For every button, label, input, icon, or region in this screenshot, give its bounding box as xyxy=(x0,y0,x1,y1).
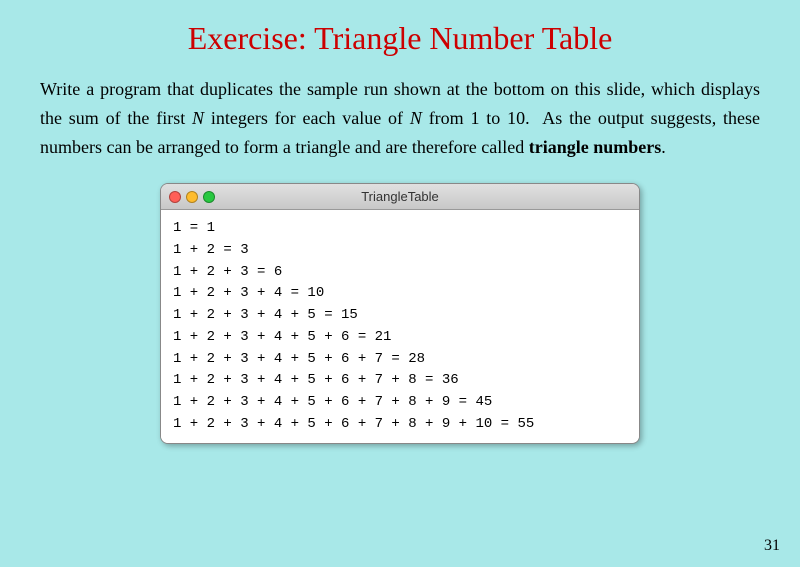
minimize-button-icon[interactable] xyxy=(186,191,198,203)
italic-n-1: N xyxy=(192,108,204,128)
output-line-2: 1 + 2 = 3 xyxy=(173,240,627,262)
output-line-10: 1 + 2 + 3 + 4 + 5 + 6 + 7 + 8 + 9 + 10 =… xyxy=(173,414,627,436)
output-line-6: 1 + 2 + 3 + 4 + 5 + 6 = 21 xyxy=(173,327,627,349)
slide-body: Write a program that duplicates the samp… xyxy=(40,75,760,161)
output-line-1: 1 = 1 xyxy=(173,218,627,240)
window-title: TriangleTable xyxy=(361,189,439,204)
window-buttons xyxy=(169,191,215,203)
output-line-9: 1 + 2 + 3 + 4 + 5 + 6 + 7 + 8 + 9 = 45 xyxy=(173,392,627,414)
output-line-7: 1 + 2 + 3 + 4 + 5 + 6 + 7 = 28 xyxy=(173,349,627,371)
window-content: 1 = 1 1 + 2 = 3 1 + 2 + 3 = 6 1 + 2 + 3 … xyxy=(161,210,639,443)
window-titlebar: TriangleTable xyxy=(161,184,639,210)
italic-n-2: N xyxy=(410,108,422,128)
slide-container: Exercise: Triangle Number Table Write a … xyxy=(0,0,800,567)
terminal-window: TriangleTable 1 = 1 1 + 2 = 3 1 + 2 + 3 … xyxy=(160,183,640,444)
output-line-3: 1 + 2 + 3 = 6 xyxy=(173,262,627,284)
output-line-8: 1 + 2 + 3 + 4 + 5 + 6 + 7 + 8 = 36 xyxy=(173,370,627,392)
slide-title: Exercise: Triangle Number Table xyxy=(40,20,760,57)
bold-triangle-numbers: triangle numbers xyxy=(529,137,662,157)
close-button-icon[interactable] xyxy=(169,191,181,203)
output-line-5: 1 + 2 + 3 + 4 + 5 = 15 xyxy=(173,305,627,327)
output-line-4: 1 + 2 + 3 + 4 = 10 xyxy=(173,283,627,305)
maximize-button-icon[interactable] xyxy=(203,191,215,203)
page-number: 31 xyxy=(764,537,780,555)
